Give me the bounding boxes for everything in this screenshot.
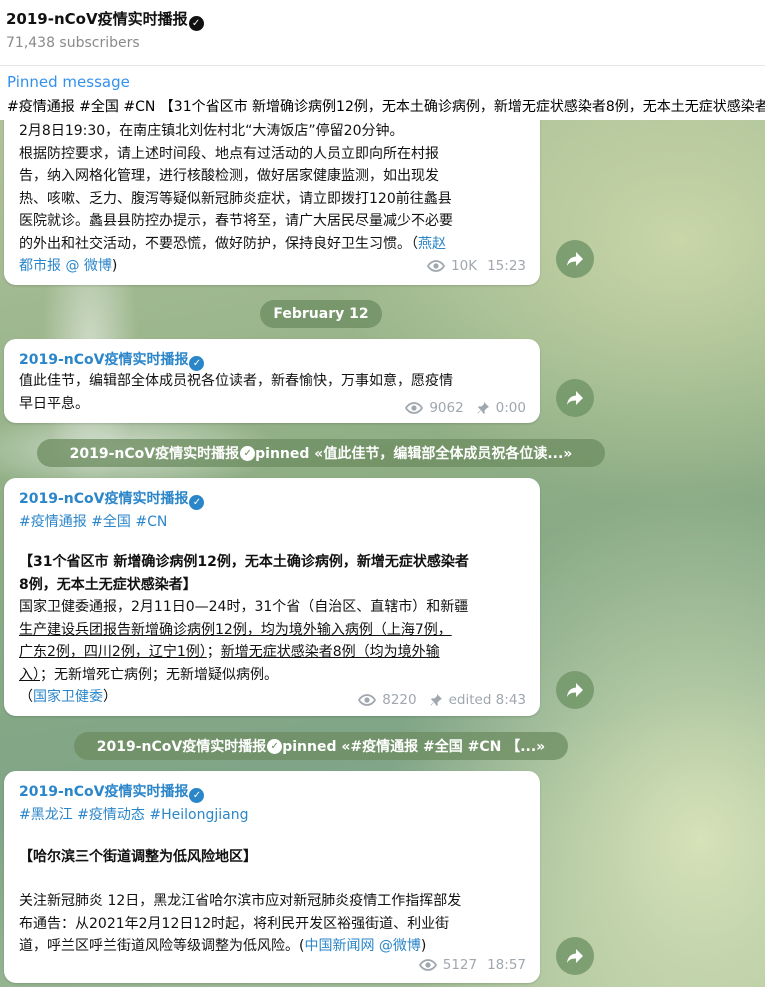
forward-button[interactable]	[556, 379, 594, 417]
text-open: （	[19, 689, 33, 705]
text-line: ；无新增死亡病例；无新增疑似病例。	[40, 666, 278, 683]
verified-icon: ✓	[189, 788, 205, 803]
service-sender: 2019-nCoV疫情实时播报	[69, 446, 240, 462]
pinned-text: #疫情通报 #全国 #CN 【31个省区市 新增确诊病例12例，无本土确诊病例，…	[7, 99, 765, 115]
headline: 【哈尔滨三个街道调整为低风险地区】	[19, 849, 257, 865]
pinned-label: Pinned message	[7, 73, 130, 91]
view-count: 10K	[451, 258, 478, 274]
text-line: 布通告：从2021年2月12日12时起，将利民开发区裕强街道、利业街	[19, 915, 450, 932]
forward-icon	[567, 252, 583, 266]
pin-service-message[interactable]: 2019-nCoV疫情实时播报 ✓ pinned «#疫情通报 #全国 #CN 【…	[74, 732, 568, 760]
message-meta: 5127 18:57	[418, 957, 526, 973]
text-close: )	[420, 938, 427, 954]
channel-title-text: 2019-nCoV疫情实时播报	[6, 10, 188, 28]
text-line: 热、咳嗽、乏力、腹泻等疑似新冠肺炎症状，请立即拨打120前往蠡县	[19, 190, 452, 207]
channel-header[interactable]: 2019-nCoV疫情实时播报 ✓ 71,438 subscribers	[0, 0, 765, 66]
eye-icon	[358, 694, 377, 706]
text-close: )	[111, 258, 118, 274]
text-line: 新增无症状感染者8例（均为境外输	[220, 644, 440, 660]
message-text: 【哈尔滨三个街道调整为低风险地区】	[19, 846, 531, 869]
message-meta: 10K 15:23	[427, 258, 526, 274]
text-close: ）	[103, 689, 117, 705]
text-line: ；	[206, 644, 221, 660]
message-text: 2月8日19:30，在南庄镇北刘佐村北“大涛饭店”停留20分钟。 根据防控要求，…	[19, 120, 531, 278]
sender-name[interactable]: 2019-nCoV疫情实时播报 ✓	[19, 488, 205, 510]
text-line: 入）	[19, 666, 40, 683]
chat-area[interactable]: 2月8日19:30，在南庄镇北刘佐村北“大涛饭店”停留20分钟。 根据防控要求，…	[0, 120, 765, 987]
service-text: pinned «#疫情通报 #全国 #CN 【...»	[282, 739, 546, 755]
text-line: 关注新冠肺炎 12日，黑龙江省哈尔滨市应对新冠肺炎疫情工作指挥部发	[19, 893, 462, 909]
text-line: 的外出和社交活动，不要恐慌，做好防护，保持良好卫生习惯。（	[19, 235, 418, 252]
source-link[interactable]: 国家卫健委	[33, 689, 103, 705]
channel-title[interactable]: 2019-nCoV疫情实时播报 ✓	[6, 8, 204, 31]
text-line: 值此佳节，编辑部全体成员祝各位读者，新春愉快，万事如意，愿疫情	[19, 373, 453, 389]
message-time: edited 8:43	[448, 692, 526, 708]
forward-icon	[567, 391, 583, 405]
eye-icon	[427, 260, 446, 272]
verified-icon: ✓	[188, 16, 204, 31]
verified-icon: ✓	[189, 495, 205, 510]
service-sender: 2019-nCoV疫情实时播报	[96, 739, 267, 755]
message-time: 18:57	[487, 957, 526, 973]
verified-icon: ✓	[189, 356, 205, 371]
message-meta: 9062 0:00	[405, 400, 526, 416]
headline: 8例，无本土无症状感染者】	[19, 576, 197, 593]
message-bubble[interactable]: 2019-nCoV疫情实时播报 ✓ #疫情通报 #全国 #CN 【31个省区市 新…	[4, 478, 540, 716]
view-count: 5127	[442, 957, 478, 973]
sender-text: 2019-nCoV疫情实时播报	[19, 491, 189, 507]
text-line: 道，呼兰区呼兰街道风险等级调整为低风险。(	[19, 938, 305, 954]
text-line: 根据防控要求，请上述时间段、地点有过活动的人员立即向所在村报	[19, 145, 439, 162]
text-line: 2月8日19:30，在南庄镇北刘佐村北“大涛饭店”停留20分钟。	[19, 123, 404, 139]
text-line: 医院就诊。蠡县县防控办提示，春节将至，请广大居民尽量减少不必要	[19, 213, 453, 229]
view-count: 9062	[429, 400, 464, 416]
message-time: 15:23	[487, 258, 526, 274]
text-line: 新增确诊病例12例，均为境外输入病例（上海7例，	[131, 621, 452, 638]
eye-icon	[405, 402, 424, 414]
pin-icon	[430, 694, 442, 706]
message-bubble[interactable]: 2月8日19:30，在南庄镇北刘佐村北“大涛饭店”停留20分钟。 根据防控要求，…	[4, 120, 540, 285]
hashtags[interactable]: #黑龙江 #疫情动态 #Heilongjiang	[19, 804, 248, 824]
message-meta: 8220 edited 8:43	[358, 692, 526, 708]
hashtags[interactable]: #疫情通报 #全国 #CN	[19, 511, 167, 531]
message-bubble[interactable]: 2019-nCoV疫情实时播报 ✓ 值此佳节，编辑部全体成员祝各位读者，新春愉快，…	[4, 339, 540, 423]
view-count: 8220	[382, 692, 417, 708]
date-separator: February 12	[260, 300, 382, 328]
text-line: 广东2例，四川2例，辽宁1例）	[19, 644, 207, 660]
pin-service-message[interactable]: 2019-nCoV疫情实时播报 ✓ pinned «值此佳节，编辑部全体成员祝各位…	[37, 439, 605, 467]
forward-icon	[567, 683, 583, 697]
forward-button[interactable]	[556, 240, 594, 278]
message-bubble[interactable]: 2019-nCoV疫情实时播报 ✓ #黑龙江 #疫情动态 #Heilongjian…	[4, 771, 540, 983]
sender-name[interactable]: 2019-nCoV疫情实时播报 ✓	[19, 781, 205, 803]
source-link[interactable]: 中国新闻网 @微博	[304, 938, 420, 954]
message-time: 0:00	[495, 400, 526, 416]
sender-text: 2019-nCoV疫情实时播报	[19, 352, 189, 368]
service-text: pinned «值此佳节，编辑部全体成员祝各位读...»	[255, 446, 573, 462]
source-link[interactable]: 都市报 @ 微博	[19, 258, 112, 274]
verified-icon: ✓	[240, 445, 256, 461]
pinned-message-bar[interactable]: Pinned message #疫情通报 #全国 #CN 【31个省区市 新增确…	[0, 66, 765, 120]
message-text: 【31个省区市 新增确诊病例12例，无本土确诊病例，新增无症状感染者 8例，无本…	[19, 551, 531, 709]
message-text: 关注新冠肺炎 12日，黑龙江省哈尔滨市应对新冠肺炎疫情工作指挥部发 布通告：从2…	[19, 890, 531, 958]
subscriber-count: 71,438 subscribers	[6, 35, 140, 51]
source-link[interactable]: 燕赵	[418, 236, 446, 252]
sender-text: 2019-nCoV疫情实时播报	[19, 784, 189, 800]
forward-icon	[567, 949, 583, 963]
headline: 【31个省区市 新增确诊病例12例，无本土确诊病例，新增无症状感染者	[19, 554, 469, 570]
eye-icon	[418, 959, 437, 971]
sender-name[interactable]: 2019-nCoV疫情实时播报 ✓	[19, 349, 205, 371]
text-line: 国家卫健委通报，2月11日0—24时，31个省（自治区、直辖市）和新疆	[19, 599, 469, 615]
forward-button[interactable]	[556, 937, 594, 975]
text-line: 生产建设兵团报告	[19, 621, 131, 638]
verified-icon: ✓	[267, 738, 283, 754]
forward-button[interactable]	[556, 671, 594, 709]
pin-icon	[477, 402, 489, 414]
text-line: 告，纳入网格化管理，进行核酸检测，做好居家健康监测，如出现发	[19, 168, 439, 184]
